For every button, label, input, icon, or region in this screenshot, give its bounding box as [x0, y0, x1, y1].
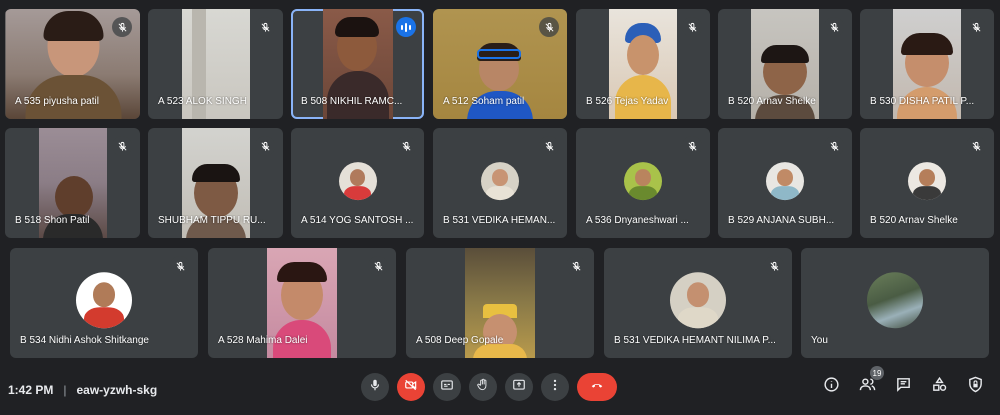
mic-off-icon: [682, 136, 702, 156]
captions-button[interactable]: [433, 373, 461, 401]
mic-off-icon: [566, 256, 586, 276]
more-vert-icon: [548, 378, 562, 397]
mic-off-icon: [368, 256, 388, 276]
mic-off-icon: [682, 17, 702, 37]
mic-off-icon: [539, 136, 559, 156]
present-icon: [512, 378, 526, 397]
participant-name: A 514 YOG SANTOSH ...: [301, 215, 414, 226]
mic-button[interactable]: [361, 373, 389, 401]
participant-name: B 530 DISHA PATIL P...: [870, 96, 975, 107]
call-controls: [361, 373, 617, 401]
mic-off-icon: [112, 136, 132, 156]
participant-name: B 531 VEDIKA HEMAN...: [443, 215, 556, 226]
participant-name: B 520 Arnav Shelke: [728, 96, 816, 107]
shield-lock-icon: [967, 376, 984, 398]
participant-name: A 512 Soham patil: [443, 96, 525, 107]
mic-off-icon: [824, 136, 844, 156]
mic-off-icon: [112, 17, 132, 37]
participant-tile[interactable]: A 528 Mahima Dalei: [208, 248, 396, 358]
meeting-code[interactable]: eaw-yzwh-skg: [76, 383, 157, 397]
participant-name: You: [811, 335, 828, 346]
more-options-button[interactable]: [541, 373, 569, 401]
chat-icon: [895, 376, 912, 398]
participant-tile[interactable]: A 508 Deep Gopale: [406, 248, 594, 358]
participant-name: A 523 ALOK SINGH: [158, 96, 247, 107]
people-icon: [859, 376, 876, 398]
mic-off-icon: [966, 17, 986, 37]
activities-icon: [931, 376, 948, 398]
separator: |: [63, 383, 67, 397]
raise-hand-button[interactable]: [469, 373, 497, 401]
participant-name: A 536 Dnyaneshwari ...: [586, 215, 689, 226]
participant-tile[interactable]: A 514 YOG SANTOSH ...: [291, 128, 424, 238]
mic-off-icon: [764, 256, 784, 276]
meeting-info: 1:42 PM | eaw-yzwh-skg: [8, 365, 157, 415]
bottom-toolbar: 1:42 PM | eaw-yzwh-skg 19: [0, 365, 1000, 415]
participant-name: B 531 VEDIKA HEMANT NILIMA P...: [614, 335, 776, 346]
participant-tile[interactable]: B 531 VEDIKA HEMANT NILIMA P...: [604, 248, 792, 358]
camera-button[interactable]: [397, 373, 425, 401]
chat-button[interactable]: [892, 373, 914, 401]
avatar: [867, 272, 923, 329]
mic-off-icon: [255, 136, 275, 156]
meeting-details-button[interactable]: [820, 373, 842, 401]
mic-off-icon: [824, 17, 844, 37]
mic-icon: [368, 378, 382, 397]
avatar: [338, 162, 377, 201]
participant-tile[interactable]: B 531 VEDIKA HEMAN...: [433, 128, 567, 238]
participant-name: B 508 NIKHIL RAMC...: [301, 96, 403, 107]
participant-count-badge: 19: [870, 366, 884, 380]
hand-icon: [476, 378, 490, 397]
participant-tile[interactable]: B 518 Shon Patil: [5, 128, 140, 238]
end-call-icon: [590, 378, 604, 397]
participant-tile[interactable]: B 520 Arnav Shelke: [860, 128, 994, 238]
participant-name: B 526 Tejas Yadav: [586, 96, 669, 107]
info-icon: [823, 376, 840, 398]
mic-off-icon: [396, 136, 416, 156]
avatar: [670, 272, 726, 329]
people-button[interactable]: 19: [856, 366, 884, 401]
avatar: [908, 162, 946, 201]
participant-tile[interactable]: SHUBHAM TIPPU RU...: [148, 128, 283, 238]
captions-icon: [440, 378, 454, 397]
mic-off-icon: [966, 136, 986, 156]
participant-tile[interactable]: A 512 Soham patil: [433, 9, 567, 119]
participant-name: B 534 Nidhi Ashok Shitkange: [20, 335, 149, 346]
participant-grid: A 535 piyusha patil A 523 ALOK SINGH B 5…: [0, 0, 1000, 365]
activities-button[interactable]: [928, 373, 950, 401]
participant-tile[interactable]: A 535 piyusha patil: [5, 9, 140, 119]
present-button[interactable]: [505, 373, 533, 401]
avatar: [481, 162, 519, 201]
participant-name: A 528 Mahima Dalei: [218, 335, 308, 346]
self-tile[interactable]: You: [801, 248, 989, 358]
participant-tile[interactable]: B 520 Arnav Shelke: [718, 9, 852, 119]
mic-off-icon: [255, 17, 275, 37]
avatar: [624, 162, 662, 201]
participant-tile[interactable]: B 534 Nidhi Ashok Shitkange: [10, 248, 198, 358]
host-controls-button[interactable]: [964, 373, 986, 401]
participant-name: SHUBHAM TIPPU RU...: [158, 215, 266, 226]
participant-tile[interactable]: A 536 Dnyaneshwari ...: [576, 128, 710, 238]
participant-tile-speaking[interactable]: B 508 NIKHIL RAMC...: [291, 9, 424, 119]
side-panel-controls: 19: [820, 366, 986, 401]
participant-tile[interactable]: B 530 DISHA PATIL P...: [860, 9, 994, 119]
avatar: [76, 272, 132, 329]
participant-name: B 520 Arnav Shelke: [870, 215, 958, 226]
mic-off-icon: [539, 17, 559, 37]
end-call-button[interactable]: [577, 373, 617, 401]
participant-name: A 508 Deep Gopale: [416, 335, 504, 346]
participant-name: A 535 piyusha patil: [15, 96, 99, 107]
participant-name: B 529 ANJANA SUBH...: [728, 215, 835, 226]
clock-time: 1:42 PM: [8, 383, 54, 397]
avatar: [766, 162, 804, 201]
participant-tile[interactable]: A 523 ALOK SINGH: [148, 9, 283, 119]
participant-tile[interactable]: B 526 Tejas Yadav: [576, 9, 710, 119]
camera-off-icon: [404, 378, 418, 397]
participant-tile[interactable]: B 529 ANJANA SUBH...: [718, 128, 852, 238]
speaking-indicator-icon: [396, 17, 416, 37]
mic-off-icon: [170, 256, 190, 276]
participant-name: B 518 Shon Patil: [15, 215, 90, 226]
